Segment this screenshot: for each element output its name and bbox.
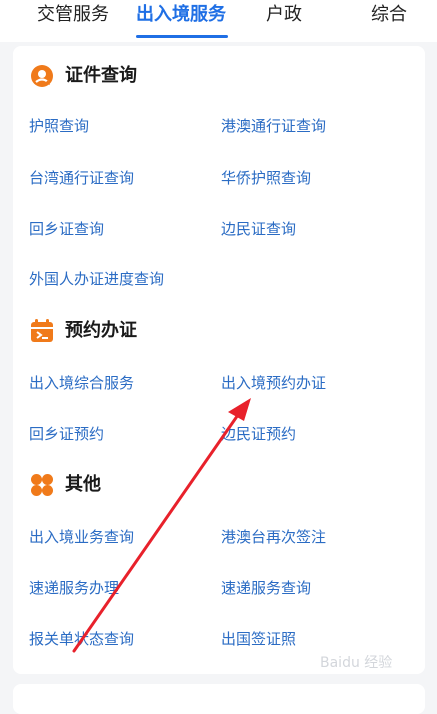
tab-traffic[interactable]: 交管服务 <box>37 3 109 27</box>
link-hk-macau-taiwan-reendorsement[interactable]: 港澳台再次签注 <box>221 527 326 547</box>
top-tab-bar: 交管服务 出入境服务 户政 综合 <box>0 0 437 42</box>
tab-entry-exit[interactable]: 出入境服务 <box>136 3 226 27</box>
link-home-return-permit-query[interactable]: 回乡证查询 <box>29 219 104 239</box>
next-card <box>13 684 425 714</box>
calendar-icon <box>31 319 53 342</box>
link-overseas-passport-query[interactable]: 华侨护照查询 <box>221 168 311 188</box>
link-customs-declaration-status[interactable]: 报关单状态查询 <box>29 629 134 649</box>
link-entry-exit-business-query[interactable]: 出入境业务查询 <box>29 527 134 547</box>
link-passport-query[interactable]: 护照查询 <box>29 116 89 136</box>
link-foreigner-progress-query[interactable]: 外国人办证进度查询 <box>29 269 164 289</box>
tab-household[interactable]: 户政 <box>266 3 302 27</box>
section-title: 证件查询 <box>65 65 137 86</box>
link-express-service-query[interactable]: 速递服务查询 <box>221 578 311 598</box>
link-visa-photo[interactable]: 出国签证照 <box>221 629 296 649</box>
baidu-watermark: Baidu 经验 <box>320 655 393 671</box>
link-border-resident-permit-query[interactable]: 边民证查询 <box>221 219 296 239</box>
link-hk-macau-permit-query[interactable]: 港澳通行证查询 <box>221 116 326 136</box>
section-title: 其他 <box>65 474 101 495</box>
link-express-service-apply[interactable]: 速递服务办理 <box>29 578 119 598</box>
tab-general[interactable]: 综合 <box>371 3 407 27</box>
link-entry-exit-appointment[interactable]: 出入境预约办证 <box>221 373 326 393</box>
active-tab-indicator <box>136 35 228 38</box>
link-home-return-permit-appointment[interactable]: 回乡证预约 <box>29 424 104 444</box>
services-card: 证件查询 护照查询 港澳通行证查询 台湾通行证查询 华侨护照查询 回乡证查询 边… <box>13 46 425 674</box>
link-taiwan-permit-query[interactable]: 台湾通行证查询 <box>29 168 134 188</box>
four-petals-icon <box>31 474 53 496</box>
person-pin-icon <box>31 65 53 87</box>
link-entry-exit-integrated-service[interactable]: 出入境综合服务 <box>29 373 134 393</box>
link-border-resident-appointment[interactable]: 边民证预约 <box>221 424 296 444</box>
section-title: 预约办证 <box>65 320 137 341</box>
